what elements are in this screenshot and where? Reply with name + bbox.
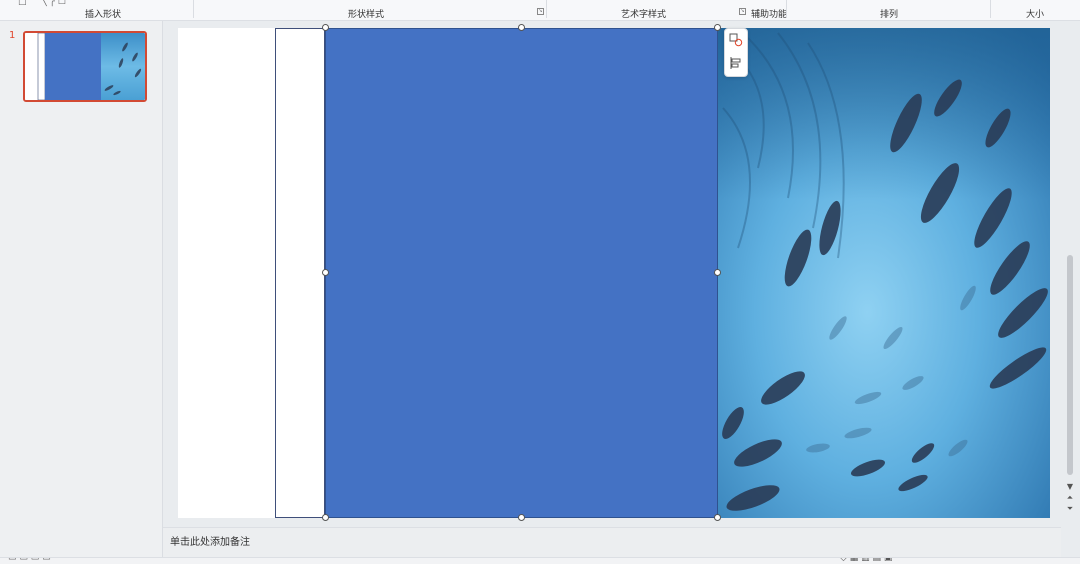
resize-handle-middle-left[interactable] bbox=[322, 269, 329, 276]
shape-quick-toolbar bbox=[724, 28, 748, 77]
resize-handle-bottom-right[interactable] bbox=[714, 514, 721, 521]
notes-placeholder[interactable]: 单击此处添加备注 bbox=[170, 533, 250, 548]
resize-handle-bottom-center[interactable] bbox=[518, 514, 525, 521]
notes-pane[interactable] bbox=[163, 527, 1061, 558]
prev-slide-icon[interactable]: ⏶ bbox=[1065, 493, 1075, 502]
slide-thumbnail[interactable] bbox=[23, 31, 147, 102]
vertical-scrollbar-thumb[interactable] bbox=[1067, 255, 1073, 475]
art-text-launcher-button[interactable]: ↘ bbox=[739, 8, 746, 15]
group-divider bbox=[786, 0, 787, 18]
ribbon-toolbar: □ ⌒ ╲ ╭ ☐ 插入形状 形状样式 ↘ 艺术字样式 ↘ 辅助功能 排列 大小 bbox=[0, 0, 1080, 21]
align-icon[interactable] bbox=[729, 56, 743, 70]
group-label-assist: 辅助功能 bbox=[751, 10, 788, 20]
outline-rectangle-shape[interactable] bbox=[275, 28, 325, 518]
shape-merge-icon[interactable] bbox=[729, 33, 743, 47]
resize-handle-top-right[interactable] bbox=[714, 24, 721, 31]
slide-thumbnail-preview bbox=[25, 33, 145, 100]
ribbon-insert-shape-tools[interactable]: □ ⌒ ╲ ╭ ☐ bbox=[18, 0, 66, 7]
group-divider bbox=[990, 0, 991, 18]
group-label-art-text-style: 艺术字样式 bbox=[621, 10, 667, 20]
status-view-buttons[interactable]: ◇ ▦ ▥ ▤ ▣ bbox=[840, 558, 892, 563]
resize-handle-top-center[interactable] bbox=[518, 24, 525, 31]
ocean-fish-picture[interactable] bbox=[718, 28, 1050, 518]
scroll-down-icon[interactable]: ▼ bbox=[1065, 482, 1075, 491]
resize-handle-top-left[interactable] bbox=[322, 24, 329, 31]
group-divider bbox=[546, 0, 547, 18]
selected-blue-rectangle-shape[interactable] bbox=[325, 28, 718, 518]
group-label-arrange: 排列 bbox=[880, 10, 899, 20]
ocean-fish-image bbox=[718, 28, 1050, 518]
status-left-info: ▭ ▭ ▭ ▭ bbox=[8, 557, 51, 563]
next-slide-icon[interactable]: ⏷ bbox=[1065, 504, 1075, 513]
slide-number: 1 bbox=[9, 30, 16, 41]
group-label-size: 大小 bbox=[1026, 10, 1045, 20]
resize-handle-middle-right[interactable] bbox=[714, 269, 721, 276]
group-label-insert-shape: 插入形状 bbox=[85, 10, 122, 20]
shape-style-launcher-button[interactable]: ↘ bbox=[537, 8, 544, 15]
resize-handle-bottom-left[interactable] bbox=[322, 514, 329, 521]
group-divider bbox=[193, 0, 194, 18]
group-label-shape-style: 形状样式 bbox=[348, 10, 385, 20]
